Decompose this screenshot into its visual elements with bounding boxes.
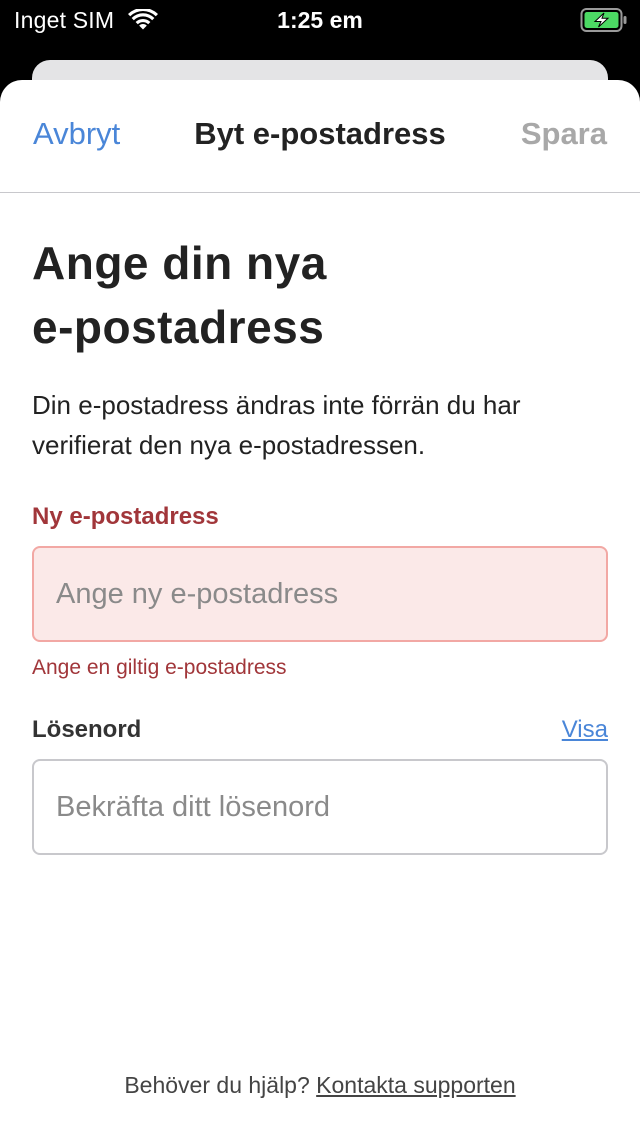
save-button[interactable]: Spara xyxy=(521,116,607,152)
password-label-row: Lösenord Visa xyxy=(32,716,608,746)
status-bar: Inget SIM 1:25 em xyxy=(0,0,640,40)
help-footer: Behöver du hjälp? Kontakta supporten xyxy=(0,1072,640,1099)
page-title: Ange din nya e-postadress xyxy=(32,231,608,359)
modal-sheet: Avbryt Byt e-postadress Spara Ange din n… xyxy=(0,80,640,1136)
contact-support-link[interactable]: Kontakta supporten xyxy=(316,1072,515,1098)
battery-charging-icon xyxy=(580,8,627,32)
page-subtitle: Din e-postadress ändras inte förrän du h… xyxy=(32,390,521,460)
email-error-message: Ange en giltig e-postadress xyxy=(32,656,287,679)
email-field[interactable] xyxy=(56,548,586,640)
status-time: 1:25 em xyxy=(277,7,363,33)
password-field[interactable] xyxy=(56,761,586,853)
screen: Inget SIM 1:25 em Avbryt Byt e-postadres… xyxy=(0,0,640,1136)
page-title-line-1: Ange din nya xyxy=(32,237,327,289)
show-password-link[interactable]: Visa xyxy=(562,716,608,744)
navigation-bar: Avbryt Byt e-postadress Spara xyxy=(0,80,640,193)
form-content: Ange din nya e-postadress Din e-postadre… xyxy=(0,231,640,855)
password-field-label: Lösenord xyxy=(32,716,142,743)
help-text: Behöver du hjälp? xyxy=(124,1072,310,1098)
password-field-container xyxy=(32,759,608,855)
page-title-line-2: e-postadress xyxy=(32,301,325,353)
email-field-label: Ny e-postadress xyxy=(32,503,219,530)
email-field-container xyxy=(32,546,608,642)
